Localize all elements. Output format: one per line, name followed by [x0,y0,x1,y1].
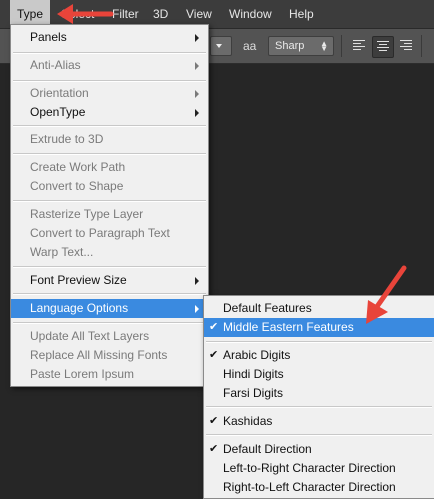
menu-item-hindi-digits[interactable]: Hindi Digits [204,365,434,384]
menu-separator [206,341,432,343]
menu-item-panels[interactable]: Panels [11,28,208,47]
menu-item-convert-paragraph: Convert to Paragraph Text [30,226,170,240]
menu-item-extrude-3d: Extrude to 3D [30,132,104,146]
checkmark-icon: ✔ [209,415,219,427]
menu-item-create-work-path: Create Work Path [30,160,126,174]
menu-item-orientation: Orientation [11,84,208,103]
menu-separator [13,293,206,295]
menu-separator [206,434,432,436]
menu-separator [13,80,206,82]
menu-item-kashidas[interactable]: ✔ Kashidas [204,412,434,431]
align-left-icon [353,40,365,52]
menu-help[interactable]: Help [282,0,321,28]
menu-item-replace-fonts: Replace All Missing Fonts [30,348,168,362]
menu-item-anti-alias: Anti-Alias [11,56,208,75]
submenu-arrow-icon [195,277,199,285]
menu-separator [13,200,206,202]
align-center-icon [377,41,389,53]
submenu-arrow-icon [195,62,199,70]
align-left-button[interactable] [349,36,369,56]
submenu-arrow-icon [195,34,199,42]
annotation-arrow-icon [366,265,407,324]
updown-icon: ▲ ▼ [320,39,328,53]
menu-item-arabic-digits[interactable]: ✔ Arabic Digits [204,346,434,365]
menu-item-rasterize: Rasterize Type Layer [30,207,144,221]
checkmark-icon: ✔ [209,349,219,361]
font-size-dropdown[interactable] [210,36,232,56]
type-menu: Panels Anti-Alias Orientation OpenType E… [10,24,209,387]
menu-item-default-direction[interactable]: ✔ Default Direction [204,440,434,459]
align-right-icon [400,40,412,52]
menu-item-rtl-direction[interactable]: Right-to-Left Character Direction [204,478,434,497]
menu-item-font-preview-size[interactable]: Font Preview Size [11,271,208,290]
anti-alias-dropdown[interactable]: Sharp ▲ ▼ [268,36,334,56]
align-center-button[interactable] [372,36,394,58]
menu-separator [13,266,206,268]
submenu-arrow-icon [195,90,199,98]
anti-alias-value: Sharp [275,40,305,52]
menu-item-update-text-layers: Update All Text Layers [30,329,150,343]
chevron-down-icon [216,44,222,48]
menu-item-farsi-digits[interactable]: Farsi Digits [204,384,434,403]
separator [421,35,422,57]
submenu-arrow-icon [195,109,199,117]
checkmark-icon: ✔ [209,443,219,455]
menu-separator [13,52,206,54]
checkmark-icon: ✔ [209,321,219,333]
menu-item-opentype[interactable]: OpenType [11,103,208,122]
align-right-button[interactable] [396,36,416,56]
menu-window[interactable]: Window [222,0,279,28]
submenu-arrow-icon [195,305,199,313]
menu-item-language-options[interactable]: Language Options [11,299,208,318]
menu-item-paste-lorem: Paste Lorem Ipsum [30,367,135,381]
menu-item-ltr-direction[interactable]: Left-to-Right Character Direction [204,459,434,478]
separator [341,35,342,57]
menu-item-warp-text: Warp Text... [30,245,94,259]
menu-separator [13,322,206,324]
menu-item-convert-shape: Convert to Shape [30,179,124,193]
menu-separator [13,125,206,127]
menu-separator [206,406,432,408]
anti-alias-icon: aa [243,39,257,53]
annotation-arrow-icon [57,4,114,24]
menu-separator [13,153,206,155]
